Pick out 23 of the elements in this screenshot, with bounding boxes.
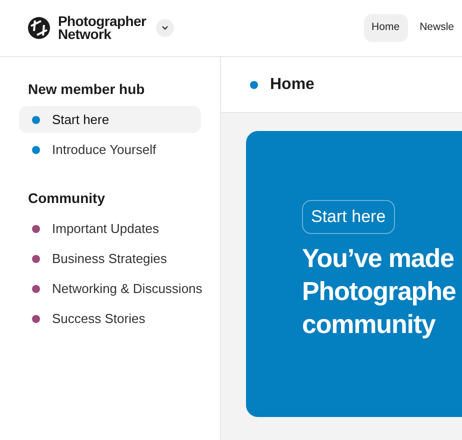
item-label: Introduce Yourself bbox=[52, 140, 156, 159]
caret-icon bbox=[161, 25, 170, 31]
item-label: Business Strategies bbox=[52, 250, 167, 268]
sidebar-item[interactable]: Success Stories bbox=[19, 305, 201, 332]
sidebar-item[interactable]: Important Updates bbox=[19, 215, 201, 242]
banner-tag: Start here bbox=[302, 200, 395, 234]
item-label: Success Stories bbox=[52, 310, 146, 328]
brand-name[interactable]: Photographer Network bbox=[58, 15, 146, 41]
sidebar-item[interactable]: Business Strategies bbox=[19, 245, 201, 272]
banner-headline: You’ve made Photographe community bbox=[302, 242, 457, 340]
sidebar-item[interactable]: Networking & Discussions bbox=[19, 275, 201, 302]
nav-tab[interactable]: Home bbox=[364, 14, 408, 42]
section-heading: New member hub bbox=[28, 80, 146, 99]
nav-tab[interactable]: Newsle bbox=[412, 14, 462, 42]
logo-icon bbox=[28, 17, 50, 39]
sidebar-item[interactable]: Introduce Yourself bbox=[19, 136, 201, 163]
page-title: Home bbox=[270, 74, 314, 94]
section-heading: Community bbox=[28, 189, 106, 208]
item-label: Start here bbox=[52, 110, 110, 129]
item-label: Networking & Discussions bbox=[52, 280, 202, 298]
sidebar-item[interactable]: Start here bbox=[19, 106, 201, 133]
dropdown-button[interactable] bbox=[156, 19, 174, 37]
item-label: Important Updates bbox=[52, 220, 159, 238]
